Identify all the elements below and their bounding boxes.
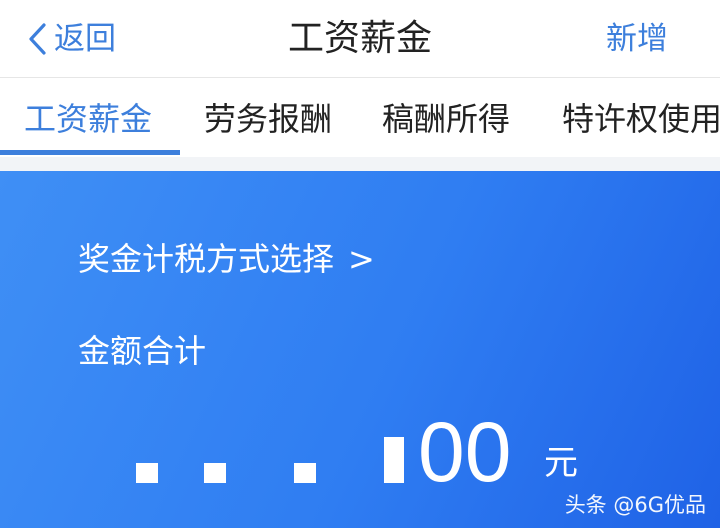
tab-author-remuneration[interactable]: 稿酬所得	[382, 79, 510, 157]
bonus-tax-method-label: 奖金计税方式选择	[78, 240, 335, 278]
total-amount-label: 金额合计	[78, 332, 207, 370]
income-type-tabs: 工资薪金 劳务报酬 稿酬所得 特许权使用	[0, 79, 720, 157]
masked-digit	[136, 463, 158, 483]
active-tab-indicator	[0, 150, 180, 155]
chevron-left-icon	[29, 23, 46, 55]
chevron-right-icon: >	[348, 240, 375, 278]
tab-royalties[interactable]: 特许权使用	[562, 79, 720, 157]
salary-summary-card: 奖金计税方式选择 > 金额合计 00 元 头条 @6G优品	[0, 171, 720, 528]
add-button[interactable]: 新增	[606, 16, 668, 62]
total-amount-value: 00	[418, 405, 512, 499]
masked-digit	[384, 437, 404, 483]
currency-unit: 元	[544, 443, 578, 483]
tab-labor-remuneration[interactable]: 劳务报酬	[204, 79, 332, 157]
tab-salary[interactable]: 工资薪金	[24, 79, 152, 157]
section-divider	[0, 157, 720, 171]
masked-digit	[294, 463, 316, 483]
navigation-bar: 返回 工资薪金 新增	[0, 0, 720, 78]
back-button[interactable]: 返回	[26, 16, 116, 62]
bonus-tax-method-link[interactable]: 奖金计税方式选择 >	[78, 239, 375, 279]
back-label: 返回	[54, 21, 116, 57]
masked-digit	[204, 463, 226, 483]
watermark: 头条 @6G优品	[564, 493, 706, 517]
